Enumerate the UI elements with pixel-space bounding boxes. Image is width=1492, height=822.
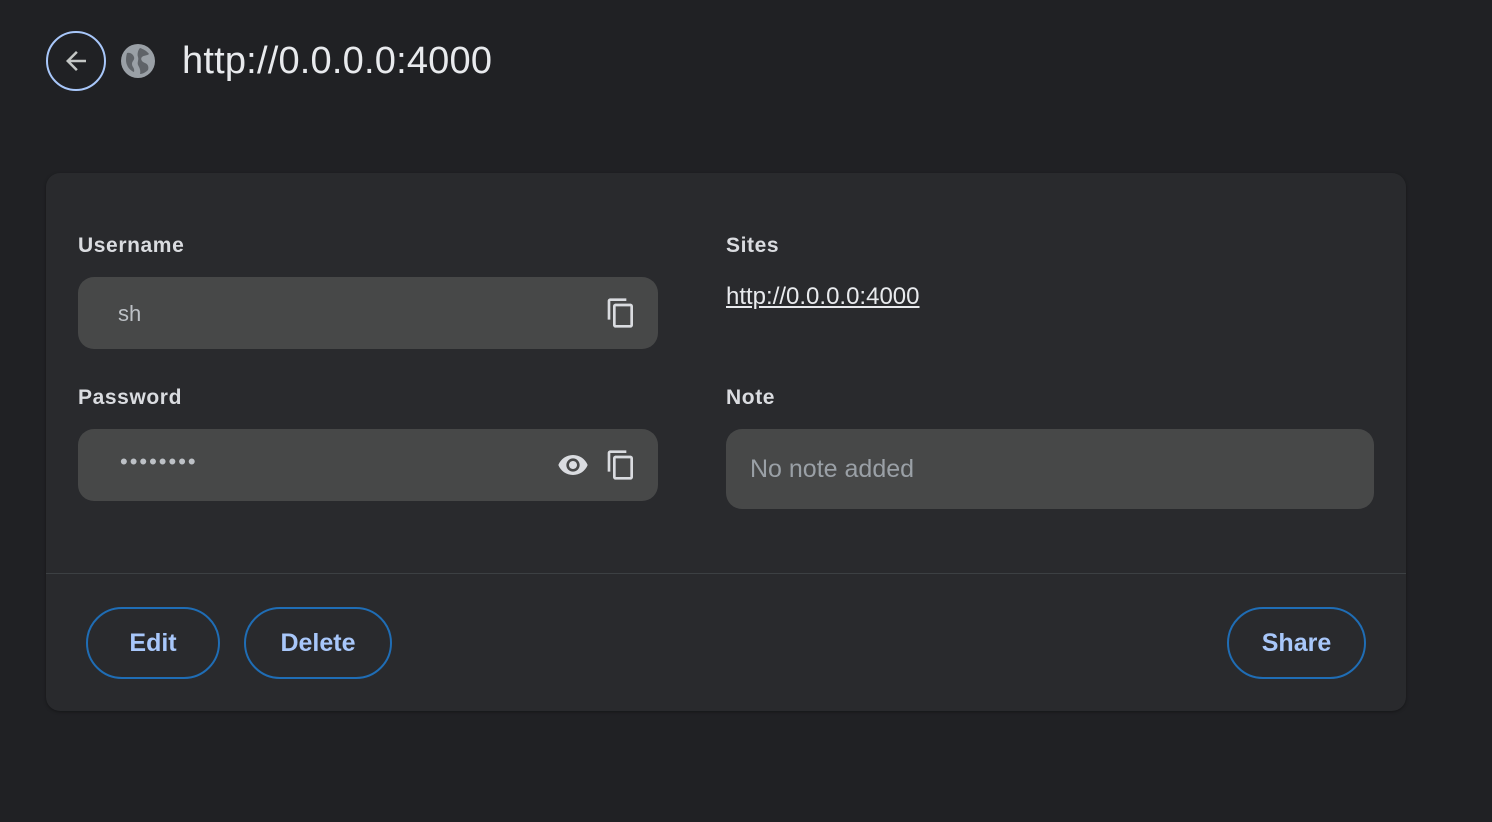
copy-icon (607, 450, 633, 480)
username-field[interactable]: sh (78, 277, 658, 349)
username-value: sh (118, 301, 142, 326)
eye-icon (558, 455, 588, 475)
note-label: Note (726, 386, 776, 409)
site-link[interactable]: http://0.0.0.0:4000 (726, 283, 920, 311)
globe-icon (121, 44, 155, 78)
card-divider (46, 573, 1406, 574)
credential-card: Username sh Password •••••••• Sites http… (46, 173, 1406, 711)
share-button[interactable]: Share (1227, 607, 1366, 679)
copy-password-button[interactable] (604, 448, 638, 482)
note-field[interactable]: No note added (726, 429, 1374, 509)
delete-button[interactable]: Delete (244, 607, 392, 679)
back-button[interactable] (46, 31, 106, 91)
note-placeholder: No note added (750, 455, 915, 483)
show-password-button[interactable] (556, 448, 590, 482)
sites-label: Sites (726, 234, 780, 257)
arrow-back-icon (66, 51, 86, 71)
copy-username-button[interactable] (604, 296, 638, 330)
password-label: Password (78, 386, 183, 409)
page-title: http://0.0.0.0:4000 (182, 39, 493, 82)
password-field[interactable]: •••••••• (78, 429, 658, 501)
password-value: •••••••• (120, 449, 198, 474)
edit-button[interactable]: Edit (86, 607, 220, 679)
username-label: Username (78, 234, 185, 257)
copy-icon (607, 298, 633, 328)
page-header: http://0.0.0.0:4000 (46, 29, 492, 93)
